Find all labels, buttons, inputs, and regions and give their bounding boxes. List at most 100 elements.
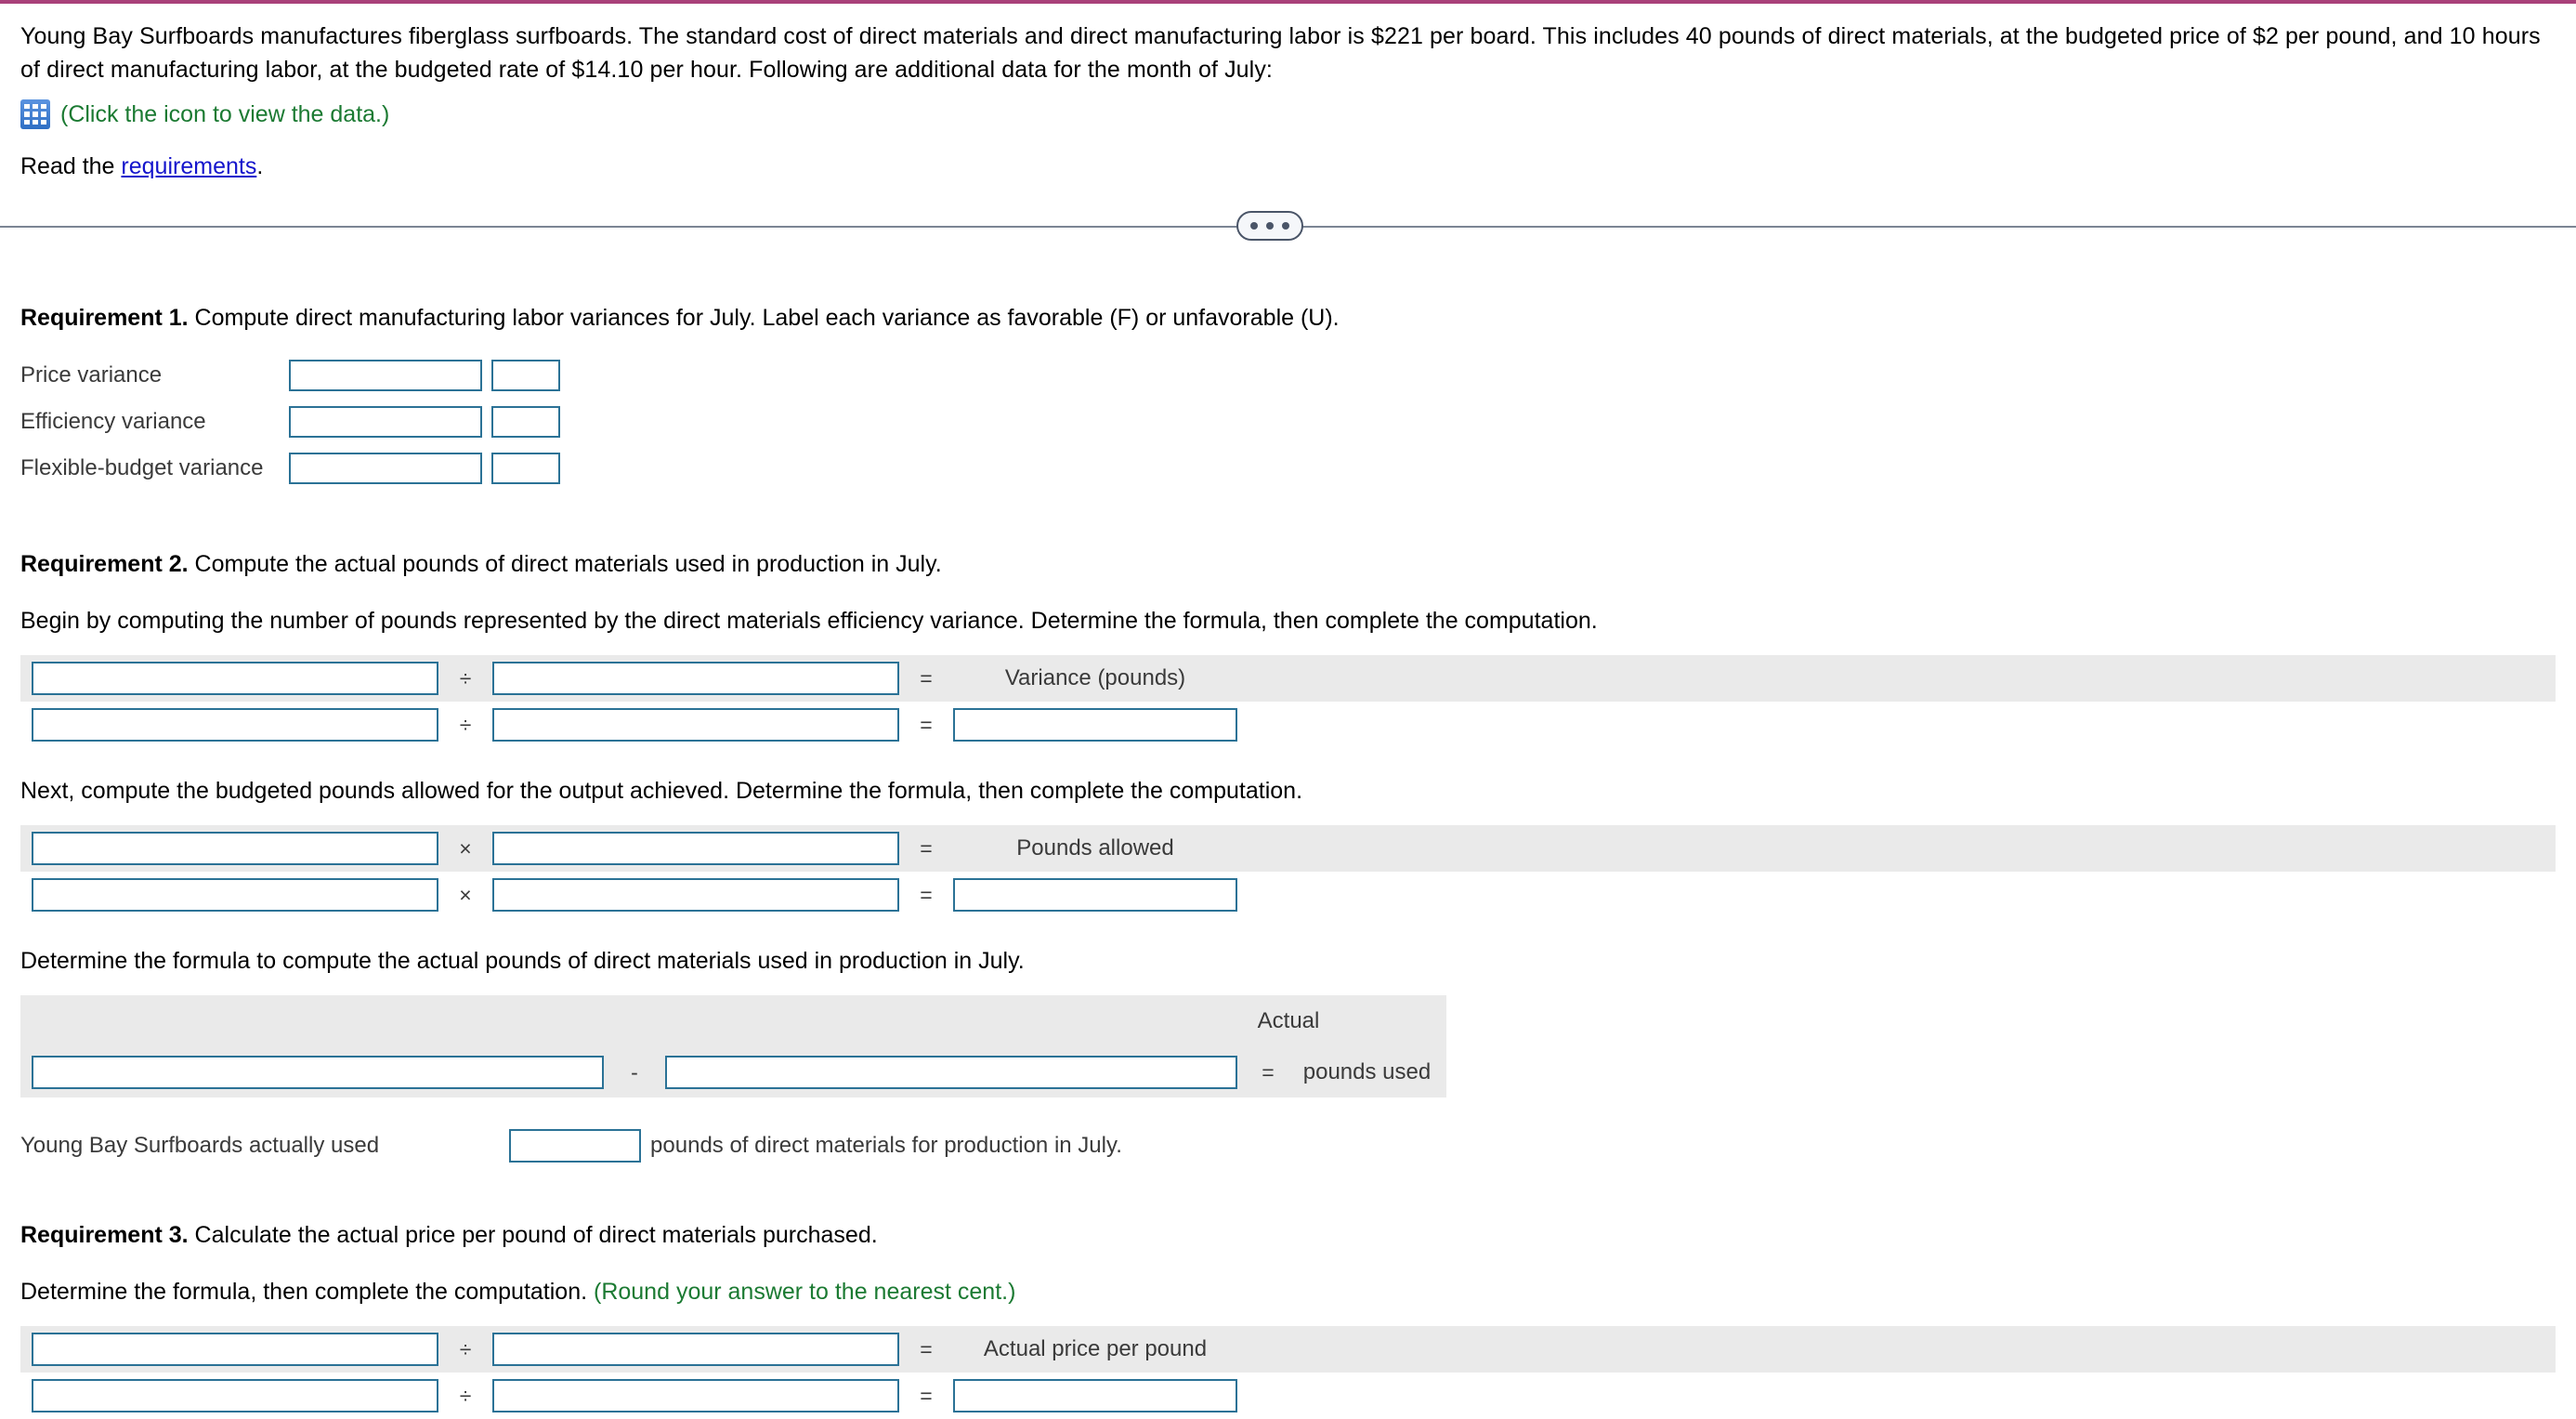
pounds-factor2-value-input[interactable] (492, 878, 899, 912)
actual-pounds-input-row: - = pounds used (20, 1047, 1446, 1097)
variance-value-row: ÷ = (20, 702, 2556, 748)
table-row: Efficiency variance (20, 399, 561, 445)
actual-subtrahend-cell (654, 1056, 1249, 1089)
actual-minuend-cell (20, 1056, 615, 1089)
pounds-factor1-input[interactable] (32, 832, 438, 865)
intro-section: Young Bay Surfboards manufactures fiberg… (0, 4, 2576, 180)
actual-pounds-prompt: Determine the formula to compute the act… (20, 948, 1025, 974)
requirements-link[interactable]: requirements (121, 153, 256, 179)
price-variance-fu-cell (491, 352, 561, 399)
price-variance-amount-cell (289, 352, 491, 399)
actual-price-numerator-input[interactable] (32, 1333, 438, 1366)
pounds-factor2-input[interactable] (492, 832, 899, 865)
actual-price-divide-operator: ÷ (459, 1383, 472, 1408)
actual-price-numerator-cell (20, 1333, 450, 1366)
question-page: Young Bay Surfboards manufactures fiberg… (0, 4, 2576, 1419)
view-data-label[interactable]: (Click the icon to view the data.) (60, 101, 389, 128)
actual-price-result-header-cell: Actual price per pound (942, 1336, 1249, 1362)
actual-price-numerator-value-cell (20, 1379, 450, 1412)
pounds-allowed-prompt: Next, compute the budgeted pounds allowe… (20, 778, 1303, 804)
variance-result-label: Variance (pounds) (1004, 665, 1186, 690)
read-prefix: Read the (20, 153, 122, 179)
pounds-factor2-cell (481, 832, 910, 865)
actual-price-result-input[interactable] (953, 1379, 1237, 1412)
variance-pounds-formula: ÷ = Variance (pounds) ÷ = (20, 655, 2556, 748)
requirement-3-rounding-hint: (Round your answer to the nearest cent.) (594, 1279, 1016, 1305)
variance-numerator-value-input[interactable] (32, 708, 438, 742)
requirement-3-label: Requirement 3. (20, 1222, 189, 1248)
actual-price-numerator-value-input[interactable] (32, 1379, 438, 1412)
table-row: Price variance (20, 352, 561, 399)
requirement-1-label: Requirement 1. (20, 305, 189, 331)
price-variance-fu-input[interactable] (491, 360, 561, 391)
actual-pounds-label-line2: pounds used (1302, 1059, 1432, 1084)
pounds-allowed-formula: × = Pounds allowed × = (20, 825, 2556, 918)
pounds-factor2-value-cell (481, 878, 910, 912)
variance-result-input[interactable] (953, 708, 1237, 742)
actual-minuend-input[interactable] (32, 1056, 604, 1089)
dot-icon (1282, 222, 1289, 230)
variance-divide-operator: ÷ (459, 665, 472, 690)
requirement-3-prompt-text: Determine the formula, then complete the… (20, 1279, 594, 1305)
pounds-multiply-operator: × (459, 835, 472, 861)
variance-denominator-cell (481, 662, 910, 695)
variance-pounds-prompt: Begin by computing the number of pounds … (20, 608, 1598, 634)
variance-equals-operator: = (920, 665, 933, 690)
variance-denominator-value-input[interactable] (492, 708, 899, 742)
actual-used-sentence: Young Bay Surfboards actually used pound… (20, 1129, 2556, 1163)
pounds-equals-operator: = (920, 882, 933, 907)
actual-price-formula-row: ÷ = Actual price per pound (20, 1326, 2556, 1373)
expand-collapse-handle[interactable] (1236, 211, 1303, 241)
variance-numerator-value-cell (20, 708, 450, 742)
variance-numerator-cell (20, 662, 450, 695)
efficiency-variance-amount-cell (289, 399, 491, 445)
requirement-3-heading: Requirement 3. Calculate the actual pric… (20, 1222, 2556, 1249)
actual-pounds-label-line1: Actual (1257, 1008, 1320, 1033)
requirement-1-text: Compute direct manufacturing labor varia… (188, 305, 1340, 331)
actual-price-denominator-value-input[interactable] (492, 1379, 899, 1412)
table-row: Flexible-budget variance (20, 445, 561, 492)
variance-numerator-input[interactable] (32, 662, 438, 695)
pounds-result-label: Pounds allowed (1016, 835, 1174, 861)
actual-pounds-header-row: Actual (20, 995, 1446, 1047)
requirement-2-text: Compute the actual pounds of direct mate… (188, 551, 942, 577)
flexible-budget-variance-amount-input[interactable] (289, 453, 483, 484)
answer-area: Requirement 1. Compute direct manufactur… (0, 305, 2576, 1419)
efficiency-variance-label: Efficiency variance (20, 409, 206, 434)
pounds-formula-row: × = Pounds allowed (20, 825, 2556, 872)
flexible-budget-variance-label: Flexible-budget variance (20, 455, 264, 480)
pounds-result-input[interactable] (953, 878, 1237, 912)
flexible-budget-variance-fu-cell (491, 445, 561, 492)
pounds-factor1-value-input[interactable] (32, 878, 438, 912)
efficiency-variance-fu-input[interactable] (491, 406, 561, 438)
actual-price-divide-operator: ÷ (459, 1336, 472, 1361)
pounds-equals-operator: = (920, 835, 933, 861)
pounds-factor1-value-cell (20, 878, 450, 912)
actual-price-denominator-value-cell (481, 1379, 910, 1412)
actual-price-denominator-cell (481, 1333, 910, 1366)
data-icon-link-row[interactable]: (Click the icon to view the data.) (20, 99, 2556, 129)
variance-denominator-value-cell (481, 708, 910, 742)
price-variance-label: Price variance (20, 362, 163, 388)
table-grid-icon[interactable] (20, 99, 50, 129)
actual-price-result-value-cell (942, 1379, 1249, 1412)
requirement-3-text: Calculate the actual price per pound of … (188, 1222, 878, 1248)
read-requirements-line: Read the requirements. (20, 153, 2556, 180)
flexible-budget-variance-amount-cell (289, 445, 491, 492)
pounds-result-header-cell: Pounds allowed (942, 835, 1249, 861)
actual-used-input[interactable] (509, 1129, 642, 1163)
actual-used-lead: Young Bay Surfboards actually used (20, 1133, 380, 1158)
pounds-value-row: × = (20, 872, 2556, 918)
variance-denominator-input[interactable] (492, 662, 899, 695)
dot-icon (1266, 222, 1274, 230)
requirement-2-heading: Requirement 2. Compute the actual pounds… (20, 551, 2556, 578)
actual-subtrahend-input[interactable] (665, 1056, 1237, 1089)
price-variance-amount-input[interactable] (289, 360, 483, 391)
actual-price-result-label: Actual price per pound (983, 1336, 1208, 1361)
efficiency-variance-amount-input[interactable] (289, 406, 483, 438)
flexible-budget-variance-fu-input[interactable] (491, 453, 561, 484)
variance-divide-operator: ÷ (459, 712, 472, 737)
actual-price-denominator-input[interactable] (492, 1333, 899, 1366)
actual-price-equals-operator: = (920, 1336, 933, 1361)
actual-used-tail: pounds of direct materials for productio… (650, 1133, 1122, 1158)
